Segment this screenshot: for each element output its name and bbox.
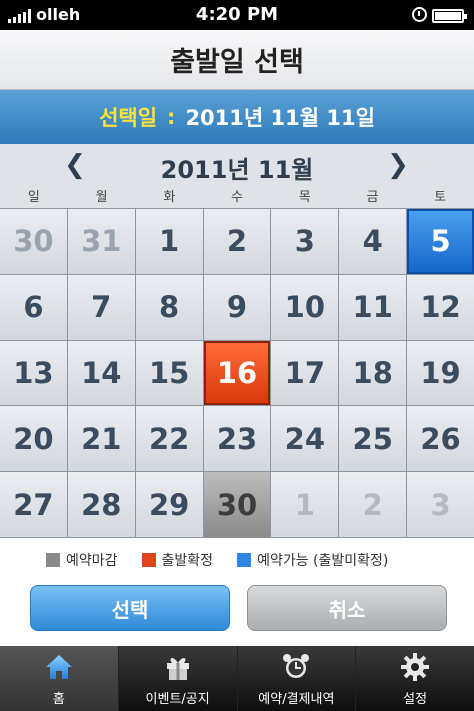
status-bar: olleh 4:20 PM	[0, 0, 474, 30]
calendar-day-next-month[interactable]: 2	[339, 472, 407, 537]
calendar-grid: 30 31 1 2 3 4 5 6 7 8 9 10 11 12 13 14 1…	[0, 208, 474, 538]
calendar-day-next-month[interactable]: 3	[407, 472, 474, 537]
tab-events-label: 이벤트/공지	[145, 692, 210, 707]
legend-label-confirmed: 출발확정	[161, 553, 214, 569]
calendar-day[interactable]: 6	[0, 274, 67, 340]
calendar-day[interactable]: 2	[203, 209, 271, 274]
selected-date-value: 2011년 11월 11일	[185, 106, 375, 130]
calendar-day[interactable]: 7	[67, 274, 135, 340]
weekday-mon: 월	[95, 190, 108, 205]
weekday-tue: 화	[163, 190, 176, 205]
calendar-day[interactable]: 4	[339, 209, 407, 274]
calendar-day-next-month[interactable]: 1	[271, 472, 339, 537]
calendar-day[interactable]: 27	[0, 472, 67, 537]
weekday-thu: 목	[298, 190, 311, 205]
page-title: 출발일 선택	[170, 47, 304, 78]
tab-bar: 홈 이벤트/공지 예약/결제내역 설정	[0, 646, 474, 711]
action-buttons: 선택 취소	[0, 580, 474, 646]
select-button[interactable]: 선택	[30, 585, 230, 631]
weekday-header: 일 월 화 수 목 금 토	[0, 188, 474, 208]
battery-icon	[432, 9, 467, 23]
calendar-day[interactable]: 15	[135, 340, 203, 406]
gift-icon	[166, 658, 189, 680]
calendar-day-prev-month[interactable]: 31	[67, 209, 135, 274]
selected-date-banner: 선택일 : 2011년 11월 11일	[0, 90, 474, 144]
legend-label-available: 예약가능 (출발미확정)	[257, 553, 389, 569]
calendar-day[interactable]: 3	[271, 209, 339, 274]
legend-swatch-available	[237, 553, 252, 567]
weekday-wed: 수	[231, 190, 243, 205]
weekday-sun: 일	[27, 190, 40, 205]
month-navigation: ❮ 2011년 11월 ❯	[0, 144, 474, 188]
calendar-day[interactable]: 26	[407, 406, 474, 472]
status-time: 4:20 PM	[195, 4, 279, 25]
legend: 예약마감 출발확정 예약가능 (출발미확정)	[0, 540, 474, 580]
calendar-day[interactable]: 21	[67, 406, 135, 472]
tab-reservations[interactable]: 예약/결제내역	[238, 646, 357, 711]
home-icon	[45, 655, 72, 679]
calendar-day[interactable]: 18	[339, 340, 407, 406]
tab-events[interactable]: 이벤트/공지	[119, 646, 238, 711]
calendar-day[interactable]: 8	[135, 274, 203, 340]
legend-swatch-confirmed	[141, 553, 156, 567]
tab-home[interactable]: 홈	[0, 646, 119, 711]
calendar-day[interactable]: 14	[67, 340, 135, 406]
legend-closed: 예약마감	[46, 550, 118, 570]
calendar-day[interactable]: 22	[135, 406, 203, 472]
calendar-day[interactable]: 29	[135, 472, 203, 537]
tab-settings-label: 설정	[403, 692, 428, 707]
calendar-day[interactable]: 10	[271, 274, 339, 340]
calendar-day[interactable]: 23	[203, 406, 271, 472]
cancel-button[interactable]: 취소	[247, 585, 447, 631]
chevron-right-icon[interactable]: ❯	[383, 150, 413, 180]
alarm-clock-icon	[412, 7, 427, 22]
tab-settings[interactable]: 설정	[356, 646, 474, 711]
calendar-day-closed[interactable]: 30	[203, 472, 271, 537]
selected-date-colon: :	[167, 105, 176, 129]
legend-available: 예약가능 (출발미확정)	[237, 550, 388, 570]
tab-home-label: 홈	[52, 692, 65, 707]
calendar-day-confirmed[interactable]: 16	[203, 340, 271, 406]
calendar-day[interactable]: 24	[271, 406, 339, 472]
title-bar: 출발일 선택	[0, 30, 474, 90]
calendar-day[interactable]: 17	[271, 340, 339, 406]
weekday-fri: 금	[366, 190, 379, 205]
legend-swatch-closed	[46, 553, 60, 567]
calendar-day[interactable]: 9	[203, 274, 271, 340]
legend-label-closed: 예약마감	[66, 553, 118, 569]
tab-reservations-label: 예약/결제내역	[258, 692, 335, 707]
calendar-day[interactable]: 28	[67, 472, 135, 537]
calendar-day[interactable]: 12	[407, 274, 474, 340]
calendar-day[interactable]: 13	[0, 340, 67, 406]
calendar-day-available[interactable]: 5	[407, 209, 474, 274]
calendar-day[interactable]: 25	[339, 406, 407, 472]
calendar-day[interactable]: 20	[0, 406, 67, 472]
calendar-day[interactable]: 19	[407, 340, 474, 406]
weekday-sat: 토	[434, 190, 447, 205]
alarm-clock-icon	[283, 654, 310, 678]
calendar-day-prev-month[interactable]: 30	[0, 209, 67, 274]
selected-date-label: 선택일	[99, 106, 158, 130]
gear-icon	[401, 653, 430, 681]
legend-confirmed: 출발확정	[141, 550, 214, 570]
calendar-day[interactable]: 11	[339, 274, 407, 340]
calendar-day[interactable]: 1	[135, 209, 203, 274]
